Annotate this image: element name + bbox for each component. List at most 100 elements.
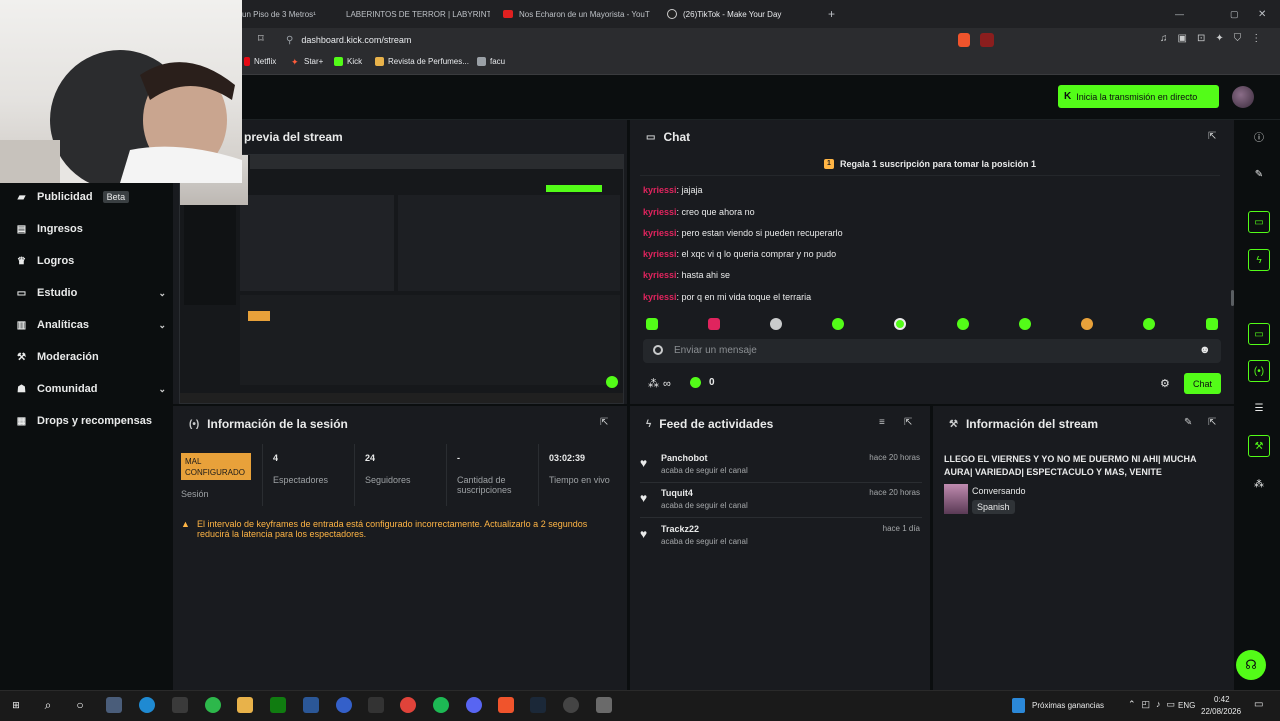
wrench-toggle-icon[interactable]: ⚒ (1248, 435, 1270, 457)
chat-username[interactable]: kyriessi (643, 228, 677, 238)
feed-user[interactable]: Trackz22 (661, 524, 699, 534)
channel-points[interactable]: 0 (690, 377, 715, 388)
browser-tab[interactable]: Nos Echaron de un Mayorista - YouT (503, 4, 653, 24)
emote-icon[interactable] (832, 318, 844, 330)
emote-icon[interactable] (1019, 318, 1031, 330)
share-icon[interactable]: ⁂ (1248, 473, 1270, 495)
discord-icon[interactable] (466, 697, 482, 713)
new-tab-button[interactable]: + (828, 4, 835, 24)
edit-icon[interactable]: ✎ (1184, 417, 1192, 428)
preview-toggle-icon[interactable]: ▭ (1248, 211, 1270, 233)
popout-icon[interactable]: ⇱ (904, 417, 912, 428)
bookmark-star-icon[interactable]: ⌑ (258, 32, 264, 45)
filter-icon[interactable]: ≡ (879, 417, 885, 428)
close-icon[interactable]: ✕ (1258, 4, 1266, 24)
feed-user[interactable]: Panchobot (661, 453, 708, 463)
edge-icon[interactable] (139, 697, 155, 713)
emote-icon[interactable] (957, 318, 969, 330)
popout-icon[interactable]: ⇱ (1208, 131, 1216, 142)
browser-tab[interactable]: LABERINTOS DE TERROR | LABYRINT (340, 4, 490, 24)
category-name[interactable]: Conversando (972, 486, 1026, 496)
language-indicator[interactable]: ENG (1178, 701, 1195, 710)
windows-start-icon[interactable]: ⊞ (8, 697, 24, 713)
broadcast-toggle-icon[interactable]: (•) (1248, 360, 1270, 382)
bookmark-perfumes[interactable]: Revista de Perfumes... (375, 57, 469, 66)
bookmark-starplus[interactable]: ✦ Star+ (291, 57, 323, 67)
sidebar-item-publicidad[interactable]: ▰ Publicidad Beta (16, 187, 166, 207)
file-explorer-icon[interactable] (237, 697, 253, 713)
category-thumbnail[interactable] (944, 484, 968, 514)
emote-icon[interactable] (1206, 318, 1218, 330)
sidebar-item-logros[interactable]: ♛ Logros (16, 251, 166, 271)
bolt-toggle-icon[interactable]: ϟ (1248, 249, 1270, 271)
support-icon[interactable]: ☊ (1236, 650, 1266, 680)
obs-icon[interactable] (563, 697, 579, 713)
edit-icon[interactable]: ✎ (1248, 163, 1270, 185)
app-icon[interactable] (106, 697, 122, 713)
brave-rewards-icon[interactable] (980, 33, 994, 47)
browser-tab-active[interactable]: (26)TikTok - Make Your Day (667, 4, 817, 24)
sidebar-item-comunidad[interactable]: ☗ Comunidad ⌄ (16, 379, 166, 399)
sidebar-item-estudio[interactable]: ▭ Estudio ⌄ (16, 283, 166, 303)
chat-scrollbar[interactable] (1231, 290, 1234, 306)
bookmark-kick[interactable]: Kick (334, 57, 362, 66)
spotify-icon[interactable] (433, 697, 449, 713)
sidebar-item-analiticas[interactable]: ▥ Analíticas ⌄ (16, 315, 166, 335)
send-chat-button[interactable]: Chat (1184, 373, 1221, 394)
chat-username[interactable]: kyriessi (643, 270, 677, 280)
info-icon[interactable]: ⓘ (1248, 125, 1270, 147)
chat-identity-icon[interactable] (653, 345, 663, 355)
tray-icons[interactable]: ⌃◰♪▭ (1128, 699, 1181, 710)
emote-icon[interactable] (646, 318, 658, 330)
emote-icon[interactable] (1143, 318, 1155, 330)
chat-input[interactable]: Enviar un mensaje ☻ (643, 339, 1221, 363)
app-icon[interactable] (172, 697, 188, 713)
popout-icon[interactable]: ⇱ (600, 417, 608, 428)
clock-date[interactable]: 22/08/2026 (1201, 707, 1241, 716)
bookmark-facu[interactable]: facu (477, 57, 505, 66)
xbox-icon[interactable] (270, 697, 286, 713)
clock-time[interactable]: 0:42 (1214, 695, 1230, 704)
emote-icon[interactable] (1081, 318, 1093, 330)
app-icon[interactable] (336, 697, 352, 713)
popout-icon[interactable]: ⇱ (1208, 417, 1216, 428)
chat-username[interactable]: kyriessi (643, 185, 677, 195)
emote-icon[interactable] (894, 318, 906, 330)
slow-mode-indicator[interactable]: ⁂ ∞ (648, 377, 671, 391)
chat-username[interactable]: kyriessi (643, 249, 677, 259)
emoji-icon[interactable]: ☻ (1199, 344, 1211, 356)
stack-icon[interactable]: ☰ (1248, 397, 1270, 419)
minimize-icon[interactable]: — (1175, 4, 1184, 24)
notification-icon[interactable]: ▭ (1254, 699, 1263, 710)
chat-toggle-icon[interactable]: ▭ (1248, 323, 1270, 345)
earnings-label[interactable]: Próximas ganancias (1032, 701, 1104, 710)
app-icon[interactable] (368, 697, 384, 713)
chrome-icon[interactable] (400, 697, 416, 713)
url-field[interactable]: ⚲ dashboard.kick.com/stream (286, 32, 946, 48)
emote-icon[interactable] (708, 318, 720, 330)
steam-icon[interactable] (530, 697, 546, 713)
toolbar-icons[interactable]: ♫▣⊡✦⛉⋮ (1160, 33, 1271, 44)
earnings-icon[interactable] (1012, 698, 1025, 713)
maximize-icon[interactable]: ▢ (1230, 4, 1239, 24)
sidebar-item-ingresos[interactable]: ▤ Ingresos (16, 219, 166, 239)
avatar[interactable] (1232, 86, 1254, 108)
go-live-button[interactable]: K Inicia la transmisión en directo (1058, 85, 1219, 108)
search-icon[interactable]: ⌕ (40, 697, 56, 713)
brave-icon[interactable] (498, 697, 514, 713)
settings-icon[interactable] (596, 697, 612, 713)
bookmark-netflix[interactable]: Netflix (244, 57, 276, 66)
gift-sub-banner[interactable]: 1 Regala 1 suscripción para tomar la pos… (640, 153, 1220, 176)
brave-shield-icon[interactable] (958, 33, 970, 47)
word-icon[interactable] (303, 697, 319, 713)
stream-preview-video[interactable] (179, 154, 624, 404)
emote-icon[interactable] (770, 318, 782, 330)
chat-username[interactable]: kyriessi (643, 207, 677, 217)
whatsapp-icon[interactable] (205, 697, 221, 713)
sidebar-item-drops[interactable]: ▦ Drops y recompensas (16, 411, 166, 431)
gear-icon[interactable]: ⚙ (1160, 377, 1170, 390)
task-view-icon[interactable]: ○ (72, 697, 88, 713)
browser-tab[interactable]: un Piso de 3 Metros¹ (242, 4, 330, 24)
feed-user[interactable]: Tuquit4 (661, 488, 693, 498)
chat-username[interactable]: kyriessi (643, 292, 677, 302)
